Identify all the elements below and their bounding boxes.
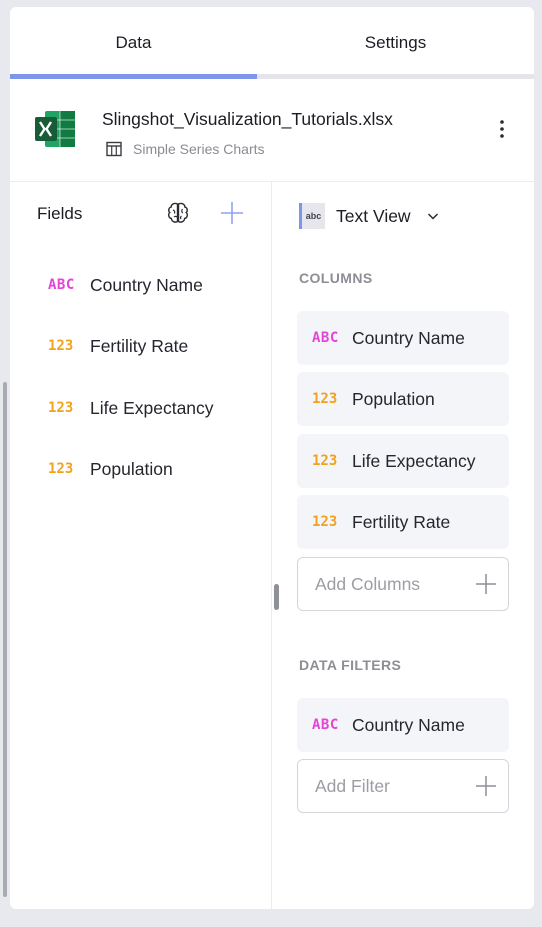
text-view-icon: abc [299,203,325,229]
table-icon [106,141,122,157]
number-type-icon: 123 [48,461,74,477]
data-editor-panel: Data Settings Slingshot_Visualization_Tu… [10,7,534,909]
string-type-icon: ABC [312,717,339,733]
visualization-panel: abc Text View COLUMNS ABC Country Name 1… [272,182,534,909]
field-label: Life Expectancy [90,397,214,418]
fields-panel: Fields ABC Country Name 123 Fertility Ra… [10,182,272,909]
field-label: Fertility Rate [90,335,189,356]
columns-section-title: COLUMNS [299,270,373,286]
sheet-name: Simple Series Charts [133,141,265,157]
excel-icon [35,111,75,147]
add-field-icon[interactable] [220,201,244,225]
string-type-icon: ABC [48,277,75,293]
column-pill[interactable]: ABC Country Name [297,311,509,365]
tab-data[interactable]: Data [10,7,257,79]
add-filter-label: Add Filter [315,775,390,796]
filter-pill[interactable]: ABC Country Name [297,698,509,752]
fields-scrollbar[interactable] [3,382,7,897]
field-item[interactable]: ABC Country Name [48,270,258,300]
plus-icon [476,574,496,594]
add-filter-button[interactable]: Add Filter [297,759,509,813]
add-columns-label: Add Columns [315,573,421,594]
plus-icon [476,776,496,796]
column-pill[interactable]: 123 Population [297,372,509,426]
visualization-type-dropdown[interactable]: Text View [336,206,411,227]
column-pill[interactable]: 123 Life Expectancy [297,434,509,488]
data-filters-section-title: DATA FILTERS [299,657,402,673]
number-type-icon: 123 [48,400,74,416]
number-type-icon: 123 [48,338,74,354]
more-options-icon[interactable] [494,117,510,141]
column-label: Population [352,388,435,409]
number-type-icon: 123 [312,453,338,469]
column-label: Country Name [352,327,465,348]
field-label: Population [90,458,173,479]
field-item[interactable]: 123 Fertility Rate [48,331,258,361]
field-label: Country Name [90,274,203,295]
string-type-icon: ABC [312,330,339,346]
add-columns-button[interactable]: Add Columns [297,557,509,611]
file-name: Slingshot_Visualization_Tutorials.xlsx [102,109,393,129]
brain-icon[interactable] [165,200,191,226]
column-label: Fertility Rate [352,511,451,532]
column-label: Life Expectancy [352,450,476,471]
chevron-down-icon[interactable] [427,211,439,221]
data-source-header: Slingshot_Visualization_Tutorials.xlsx S… [10,79,534,182]
number-type-icon: 123 [312,391,338,407]
column-pill[interactable]: 123 Fertility Rate [297,495,509,549]
tab-settings[interactable]: Settings [257,7,534,79]
number-type-icon: 123 [312,514,338,530]
tab-bar: Data Settings [10,7,534,79]
filter-label: Country Name [352,714,465,735]
fields-title: Fields [37,204,83,223]
field-item[interactable]: 123 Life Expectancy [48,393,258,423]
field-item[interactable]: 123 Population [48,454,258,484]
